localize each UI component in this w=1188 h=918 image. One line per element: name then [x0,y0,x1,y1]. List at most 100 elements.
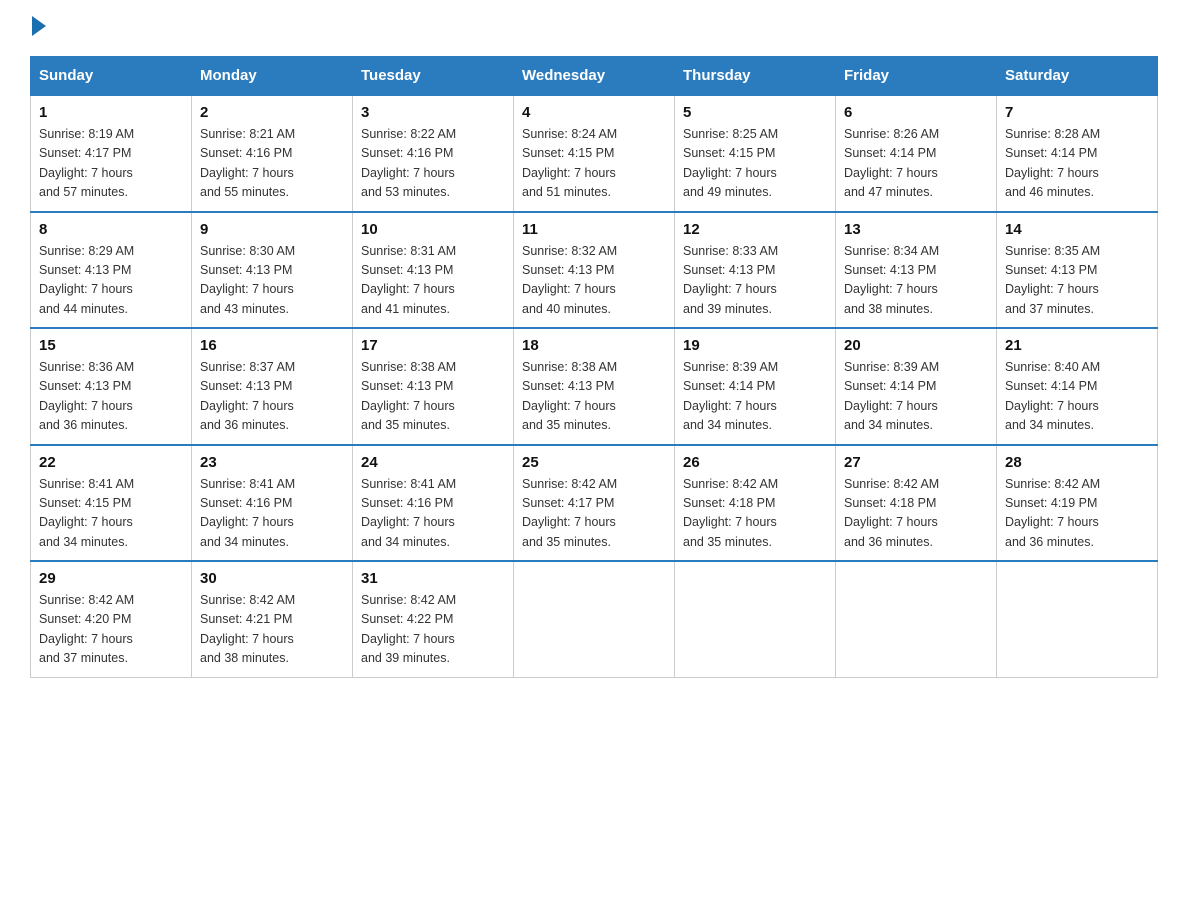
calendar-day-cell: 25Sunrise: 8:42 AMSunset: 4:17 PMDayligh… [514,445,675,562]
day-number: 16 [200,337,344,354]
sun-info: Sunrise: 8:41 AMSunset: 4:16 PMDaylight:… [361,475,505,553]
day-number: 11 [522,221,666,238]
col-header-thursday: Thursday [675,57,836,96]
col-header-friday: Friday [836,57,997,96]
sun-info: Sunrise: 8:19 AMSunset: 4:17 PMDaylight:… [39,125,183,203]
calendar-day-cell: 27Sunrise: 8:42 AMSunset: 4:18 PMDayligh… [836,445,997,562]
col-header-sunday: Sunday [31,57,192,96]
calendar-day-cell: 1 Sunrise: 8:19 AMSunset: 4:17 PMDaylight… [31,95,192,212]
day-number: 6 [844,104,988,121]
sun-info: Sunrise: 8:28 AMSunset: 4:14 PMDaylight:… [1005,125,1149,203]
calendar-day-cell: 3 Sunrise: 8:22 AMSunset: 4:16 PMDaylight… [353,95,514,212]
logo [30,20,46,36]
sun-info: Sunrise: 8:33 AMSunset: 4:13 PMDaylight:… [683,242,827,320]
calendar-day-cell: 17 Sunrise: 8:38 AMSunset: 4:13 PMDayligh… [353,328,514,445]
sun-info: Sunrise: 8:35 AMSunset: 4:13 PMDaylight:… [1005,242,1149,320]
calendar-day-cell: 26 Sunrise: 8:42 AMSunset: 4:18 PMDayligh… [675,445,836,562]
sun-info: Sunrise: 8:39 AMSunset: 4:14 PMDaylight:… [844,358,988,436]
day-number: 15 [39,337,183,354]
sun-info: Sunrise: 8:42 AMSunset: 4:19 PMDaylight:… [1005,475,1149,553]
sun-info: Sunrise: 8:22 AMSunset: 4:16 PMDaylight:… [361,125,505,203]
sun-info: Sunrise: 8:32 AMSunset: 4:13 PMDaylight:… [522,242,666,320]
day-number: 13 [844,221,988,238]
sun-info: Sunrise: 8:29 AMSunset: 4:13 PMDaylight:… [39,242,183,320]
sun-info: Sunrise: 8:26 AMSunset: 4:14 PMDaylight:… [844,125,988,203]
calendar-day-cell: 11 Sunrise: 8:32 AMSunset: 4:13 PMDayligh… [514,212,675,329]
calendar-day-cell: 4 Sunrise: 8:24 AMSunset: 4:15 PMDaylight… [514,95,675,212]
calendar-week-row: 15 Sunrise: 8:36 AMSunset: 4:13 PMDayligh… [31,328,1158,445]
day-number: 1 [39,104,183,121]
day-number: 4 [522,104,666,121]
sun-info: Sunrise: 8:42 AMSunset: 4:17 PMDaylight:… [522,475,666,553]
calendar-day-cell: 5 Sunrise: 8:25 AMSunset: 4:15 PMDaylight… [675,95,836,212]
empty-day-cell [997,561,1158,677]
day-number: 14 [1005,221,1149,238]
calendar-day-cell: 31 Sunrise: 8:42 AMSunset: 4:22 PMDayligh… [353,561,514,677]
sun-info: Sunrise: 8:40 AMSunset: 4:14 PMDaylight:… [1005,358,1149,436]
day-number: 10 [361,221,505,238]
sun-info: Sunrise: 8:38 AMSunset: 4:13 PMDaylight:… [522,358,666,436]
calendar-day-cell: 10 Sunrise: 8:31 AMSunset: 4:13 PMDayligh… [353,212,514,329]
calendar-table: SundayMondayTuesdayWednesdayThursdayFrid… [30,56,1158,678]
calendar-day-cell: 24Sunrise: 8:41 AMSunset: 4:16 PMDayligh… [353,445,514,562]
day-number: 28 [1005,454,1149,471]
day-number: 29 [39,570,183,587]
sun-info: Sunrise: 8:21 AMSunset: 4:16 PMDaylight:… [200,125,344,203]
calendar-day-cell: 14 Sunrise: 8:35 AMSunset: 4:13 PMDayligh… [997,212,1158,329]
logo-triangle-icon [32,16,46,36]
day-number: 5 [683,104,827,121]
calendar-header-row: SundayMondayTuesdayWednesdayThursdayFrid… [31,57,1158,96]
day-number: 8 [39,221,183,238]
calendar-day-cell: 7Sunrise: 8:28 AMSunset: 4:14 PMDaylight… [997,95,1158,212]
calendar-week-row: 22Sunrise: 8:41 AMSunset: 4:15 PMDayligh… [31,445,1158,562]
calendar-day-cell: 30 Sunrise: 8:42 AMSunset: 4:21 PMDayligh… [192,561,353,677]
sun-info: Sunrise: 8:24 AMSunset: 4:15 PMDaylight:… [522,125,666,203]
calendar-day-cell: 16Sunrise: 8:37 AMSunset: 4:13 PMDayligh… [192,328,353,445]
col-header-tuesday: Tuesday [353,57,514,96]
calendar-day-cell: 2 Sunrise: 8:21 AMSunset: 4:16 PMDaylight… [192,95,353,212]
calendar-day-cell: 9Sunrise: 8:30 AMSunset: 4:13 PMDaylight… [192,212,353,329]
day-number: 12 [683,221,827,238]
sun-info: Sunrise: 8:42 AMSunset: 4:18 PMDaylight:… [683,475,827,553]
sun-info: Sunrise: 8:42 AMSunset: 4:21 PMDaylight:… [200,591,344,669]
day-number: 2 [200,104,344,121]
calendar-day-cell: 29 Sunrise: 8:42 AMSunset: 4:20 PMDayligh… [31,561,192,677]
empty-day-cell [836,561,997,677]
day-number: 31 [361,570,505,587]
empty-day-cell [514,561,675,677]
calendar-week-row: 29 Sunrise: 8:42 AMSunset: 4:20 PMDayligh… [31,561,1158,677]
sun-info: Sunrise: 8:42 AMSunset: 4:18 PMDaylight:… [844,475,988,553]
sun-info: Sunrise: 8:42 AMSunset: 4:22 PMDaylight:… [361,591,505,669]
sun-info: Sunrise: 8:39 AMSunset: 4:14 PMDaylight:… [683,358,827,436]
sun-info: Sunrise: 8:41 AMSunset: 4:15 PMDaylight:… [39,475,183,553]
calendar-day-cell: 22Sunrise: 8:41 AMSunset: 4:15 PMDayligh… [31,445,192,562]
sun-info: Sunrise: 8:38 AMSunset: 4:13 PMDaylight:… [361,358,505,436]
col-header-saturday: Saturday [997,57,1158,96]
calendar-day-cell: 19 Sunrise: 8:39 AMSunset: 4:14 PMDayligh… [675,328,836,445]
day-number: 18 [522,337,666,354]
day-number: 17 [361,337,505,354]
calendar-day-cell: 8 Sunrise: 8:29 AMSunset: 4:13 PMDaylight… [31,212,192,329]
sun-info: Sunrise: 8:34 AMSunset: 4:13 PMDaylight:… [844,242,988,320]
calendar-day-cell: 15 Sunrise: 8:36 AMSunset: 4:13 PMDayligh… [31,328,192,445]
empty-day-cell [675,561,836,677]
day-number: 20 [844,337,988,354]
sun-info: Sunrise: 8:31 AMSunset: 4:13 PMDaylight:… [361,242,505,320]
sun-info: Sunrise: 8:42 AMSunset: 4:20 PMDaylight:… [39,591,183,669]
day-number: 3 [361,104,505,121]
calendar-day-cell: 6 Sunrise: 8:26 AMSunset: 4:14 PMDaylight… [836,95,997,212]
calendar-week-row: 8 Sunrise: 8:29 AMSunset: 4:13 PMDaylight… [31,212,1158,329]
day-number: 30 [200,570,344,587]
calendar-day-cell: 28 Sunrise: 8:42 AMSunset: 4:19 PMDayligh… [997,445,1158,562]
sun-info: Sunrise: 8:25 AMSunset: 4:15 PMDaylight:… [683,125,827,203]
calendar-day-cell: 13 Sunrise: 8:34 AMSunset: 4:13 PMDayligh… [836,212,997,329]
day-number: 26 [683,454,827,471]
day-number: 9 [200,221,344,238]
calendar-day-cell: 21Sunrise: 8:40 AMSunset: 4:14 PMDayligh… [997,328,1158,445]
day-number: 19 [683,337,827,354]
sun-info: Sunrise: 8:36 AMSunset: 4:13 PMDaylight:… [39,358,183,436]
calendar-day-cell: 23Sunrise: 8:41 AMSunset: 4:16 PMDayligh… [192,445,353,562]
calendar-week-row: 1 Sunrise: 8:19 AMSunset: 4:17 PMDaylight… [31,95,1158,212]
calendar-day-cell: 12 Sunrise: 8:33 AMSunset: 4:13 PMDayligh… [675,212,836,329]
day-number: 23 [200,454,344,471]
